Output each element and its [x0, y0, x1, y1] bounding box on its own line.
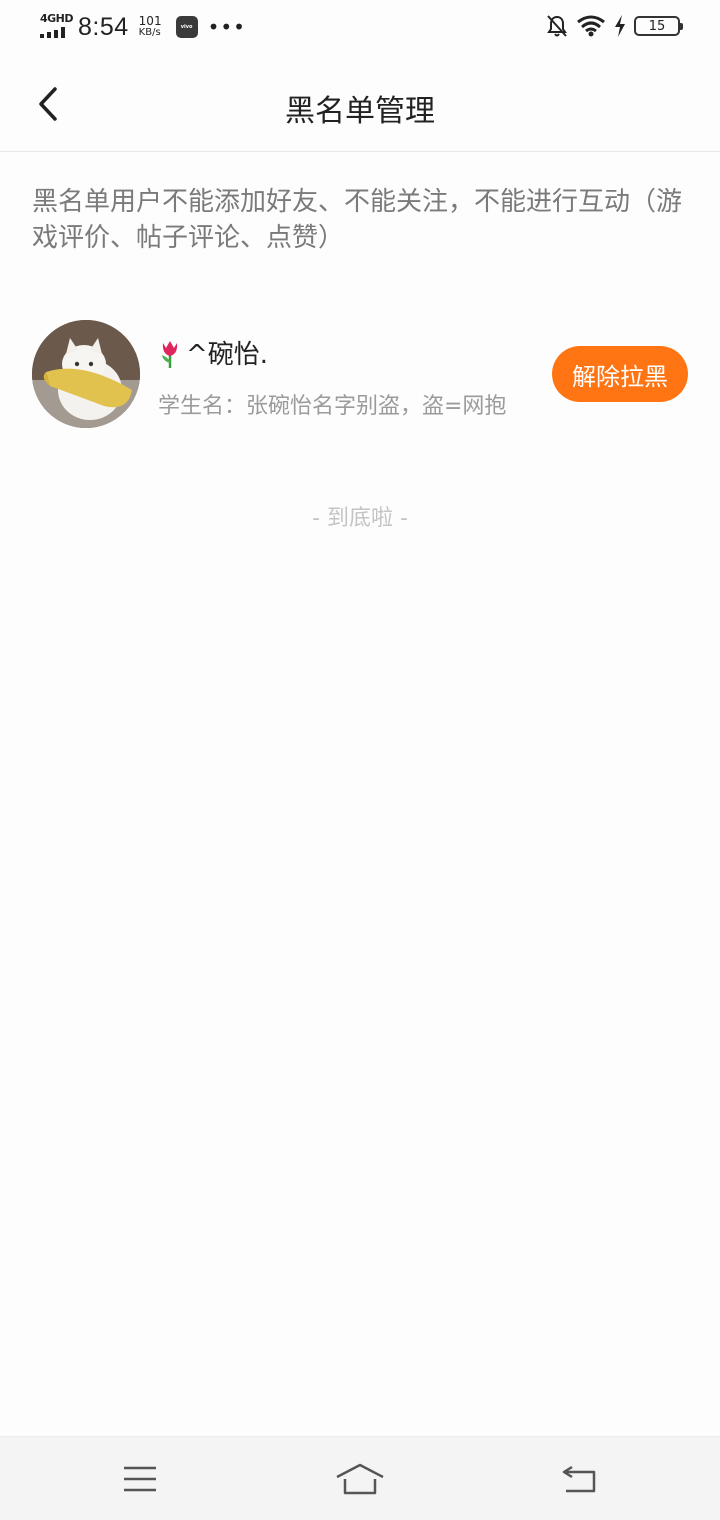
user-name-text: ^碗怡. — [186, 340, 269, 370]
network-type: 4GHD — [40, 12, 74, 25]
tulip-icon — [162, 340, 178, 368]
battery-icon: 15 — [634, 16, 683, 36]
menu-button[interactable] — [110, 1455, 170, 1503]
home-icon — [336, 1463, 384, 1495]
return-icon — [562, 1465, 596, 1493]
status-left: 4GHD 8:54 101 KB/s vivo ••• — [38, 12, 246, 42]
status-bar: 4GHD 8:54 101 KB/s vivo ••• 15 — [0, 0, 720, 58]
page-title: 黑名单管理 — [285, 94, 435, 129]
signal-icon — [40, 27, 65, 38]
speed-unit: KB/s — [138, 27, 161, 38]
top-bar: 黑名单管理 — [0, 58, 720, 152]
return-button[interactable] — [550, 1455, 610, 1503]
speed-value: 101 — [138, 14, 162, 28]
status-right: 15 — [546, 14, 683, 38]
clock: 8:54 — [78, 12, 129, 41]
unblock-button[interactable]: 解除拉黑 — [552, 346, 688, 402]
bell-off-icon — [547, 15, 567, 37]
screen: 4GHD 8:54 101 KB/s vivo ••• 15 黑名单管理 黑名单… — [0, 0, 720, 1520]
charging-icon — [615, 15, 625, 37]
wifi-icon — [577, 15, 605, 37]
vivo-app-icon: vivo — [175, 16, 198, 38]
avatar[interactable] — [32, 320, 140, 428]
user-subtitle: 学生名：张碗怡名字别盗，盗=网抱 — [158, 394, 507, 419]
menu-icon — [124, 1466, 156, 1492]
cat-avatar-image — [32, 320, 140, 428]
home-button[interactable] — [330, 1455, 390, 1503]
network-indicator: 4GHD — [38, 12, 74, 42]
blacklist-notice: 黑名单用户不能添加好友、不能关注，不能进行互动（游戏评价、帖子评论、点赞） — [32, 187, 683, 253]
system-nav-bar — [0, 1436, 720, 1520]
vivo-label: vivo — [180, 24, 193, 30]
blocked-user-item: ^碗怡. 学生名：张碗怡名字别盗，盗=网抱 解除拉黑 — [32, 320, 688, 430]
more-notifications-icon: ••• — [207, 15, 246, 39]
end-of-list-label: - 到底啦 - — [312, 506, 408, 531]
battery-level: 15 — [648, 18, 666, 34]
user-name: ^碗怡. — [158, 334, 268, 371]
network-speed: 101 KB/s — [139, 15, 162, 39]
